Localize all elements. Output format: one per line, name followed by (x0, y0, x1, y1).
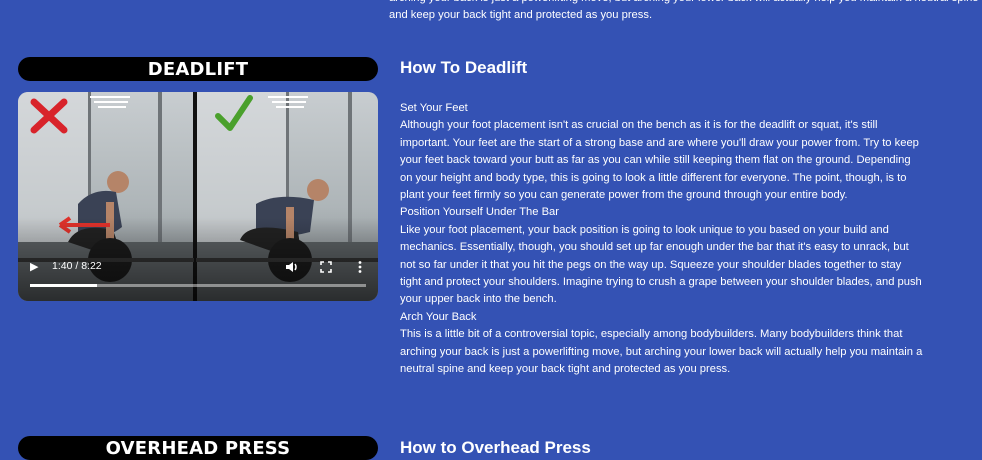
deadlift-heading: How To Deadlift (400, 58, 528, 77)
deadlift-video[interactable]: ▶ 1:40 / 8:22 (18, 92, 378, 301)
overhead-press-label: OVERHEAD PRESS (18, 436, 378, 460)
subheading-set-feet: Set Your Feet (400, 102, 468, 114)
paragraph-set-feet: Although your foot placement isn't as cr… (400, 119, 919, 202)
subheading-position: Position Yourself Under The Bar (400, 206, 559, 219)
play-icon[interactable]: ▶ (30, 260, 38, 273)
paragraph-position: Like your foot placement, your back posi… (400, 223, 922, 306)
more-options-icon[interactable] (357, 260, 363, 274)
subheading-arch-back: Arch Your Back (400, 310, 477, 323)
previous-section-text: arching your back is just a powerlifting… (389, 0, 979, 22)
video-time: 1:40 / 8:22 (52, 260, 102, 272)
fullscreen-icon[interactable] (320, 261, 332, 273)
overhead-press-heading: How to Overhead Press (400, 438, 591, 457)
volume-icon[interactable] (285, 261, 299, 273)
video-progress-track[interactable] (30, 284, 366, 287)
deadlift-label: DEADLIFT (18, 57, 378, 81)
video-progress-fill (30, 284, 98, 287)
paragraph-arch-back: This is a little bit of a controversial … (400, 328, 923, 376)
deadlift-instructions: Set Your Feet Although your foot placeme… (400, 100, 925, 379)
